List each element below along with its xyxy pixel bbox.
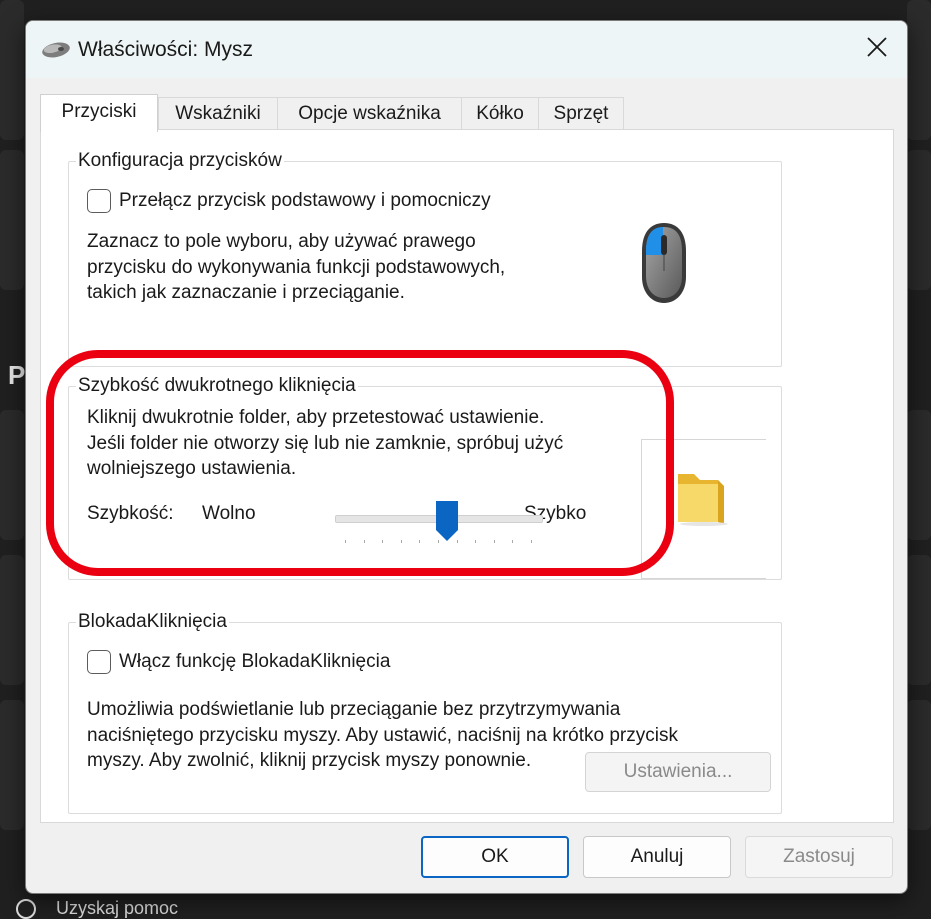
tab-label: Opcje wskaźnika xyxy=(298,103,441,124)
background-panel xyxy=(0,410,24,540)
apply-button[interactable]: Zastosuj xyxy=(745,836,893,878)
slider-tick xyxy=(512,540,514,543)
mouse-icon xyxy=(41,41,71,64)
slow-label: Wolno xyxy=(202,503,256,524)
slider-tick xyxy=(475,540,477,543)
slider-tick xyxy=(400,540,402,543)
tab-label: Przyciski xyxy=(61,101,137,122)
click-lock-checkbox-row[interactable]: Włącz funkcję BlokadaKliknięcia xyxy=(87,650,390,674)
background-panel xyxy=(907,150,931,290)
ok-button[interactable]: OK xyxy=(421,836,569,878)
title-bar: Właściwości: Mysz xyxy=(26,21,907,78)
background-panel xyxy=(0,555,24,685)
close-button[interactable] xyxy=(847,21,907,78)
tab-kolko[interactable]: Kółko xyxy=(461,97,539,130)
background-panel xyxy=(0,150,24,290)
background-panel xyxy=(907,0,931,140)
background-panel xyxy=(0,700,24,830)
button-config-group: Konfiguracja przycisków Przełącz przycis… xyxy=(68,150,782,367)
group-legend: Szybkość dwukrotnego kliknięcia xyxy=(76,375,358,397)
mouse-preview xyxy=(565,167,761,361)
test-folder[interactable] xyxy=(641,439,766,579)
tab-przyciski[interactable]: Przyciski xyxy=(40,94,158,132)
slider-tick xyxy=(456,540,458,543)
slider-tick xyxy=(438,540,439,543)
double-click-speed-group: Szybkość dwukrotnego kliknięcia Kliknij … xyxy=(68,375,782,580)
folder-icon xyxy=(674,466,732,531)
swap-buttons-checkbox[interactable] xyxy=(87,189,111,213)
help-icon xyxy=(16,899,36,919)
background-help-link[interactable]: Uzyskaj pomoc xyxy=(0,898,178,919)
slider-tick xyxy=(531,540,532,543)
click-lock-settings-button[interactable]: Ustawienia... xyxy=(585,752,771,792)
click-lock-label: Włącz funkcję BlokadaKliknięcia xyxy=(119,651,391,672)
window-title: Właściwości: Mysz xyxy=(78,38,254,61)
tab-opcje-wskaznika[interactable]: Opcje wskaźnika xyxy=(277,97,462,130)
slider-tick xyxy=(363,540,365,543)
slider-tick xyxy=(345,540,346,543)
swap-buttons-label: Przełącz przycisk podstawowy i pomocnicz… xyxy=(119,190,491,211)
slider-tick xyxy=(419,540,421,543)
background-panel xyxy=(907,700,931,830)
slider-tick xyxy=(493,540,495,543)
speed-label: Szybkość: xyxy=(87,503,174,524)
group-legend: BlokadaKliknięcia xyxy=(76,611,229,633)
tab-label: Kółko xyxy=(476,103,524,124)
background-panel xyxy=(907,555,931,685)
background-heading: P xyxy=(8,360,26,390)
tab-sprzet[interactable]: Sprzęt xyxy=(538,97,624,130)
slider-tick xyxy=(382,540,384,543)
cancel-button[interactable]: Anuluj xyxy=(583,836,731,878)
swap-buttons-checkbox-row[interactable]: Przełącz przycisk podstawowy i pomocnicz… xyxy=(87,189,491,213)
background-panel xyxy=(0,0,24,140)
swap-buttons-description: Zaznacz to pole wyboru, aby używać prawe… xyxy=(87,231,506,303)
group-legend: Konfiguracja przycisków xyxy=(76,150,284,172)
background-panel xyxy=(907,410,931,540)
tab-panel-przyciski: Konfiguracja przycisków Przełącz przycis… xyxy=(40,129,894,823)
click-lock-checkbox[interactable] xyxy=(87,650,111,674)
close-icon xyxy=(866,36,888,63)
mouse-properties-dialog: Właściwości: Mysz Przyciski Wskaźniki Op… xyxy=(25,20,908,894)
tab-label: Wskaźniki xyxy=(175,103,261,124)
tab-label: Sprzęt xyxy=(553,103,609,124)
mouse-icon xyxy=(638,221,690,310)
tab-wskazniki[interactable]: Wskaźniki xyxy=(158,97,278,130)
help-link-label: Uzyskaj pomoc xyxy=(56,898,179,918)
double-click-description: Kliknij dwukrotnie folder, aby przetesto… xyxy=(87,407,564,479)
